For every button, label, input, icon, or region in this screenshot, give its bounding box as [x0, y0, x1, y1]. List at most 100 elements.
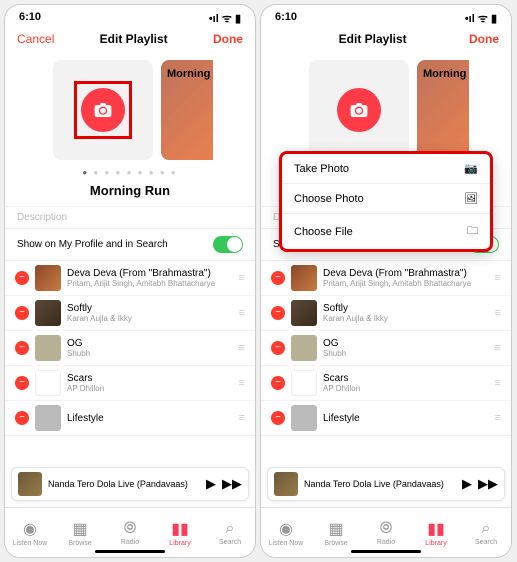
page-dots[interactable]: ● ● ● ● ● ● ● ● ● — [5, 164, 255, 181]
profile-toggle-switch[interactable] — [213, 236, 243, 253]
song-title: Softly — [323, 303, 489, 314]
status-bar: 6:10 •ıl ᯤ ▮ — [261, 5, 511, 28]
reorder-handle[interactable]: ≡ — [495, 342, 501, 354]
song-artist: Karan Aujla & Ikky — [67, 314, 233, 323]
menu-take-photo[interactable]: Take Photo📷 — [282, 154, 490, 184]
song-title: OG — [323, 338, 489, 349]
album-art — [35, 265, 61, 291]
reorder-handle[interactable]: ≡ — [495, 272, 501, 284]
radio-icon: ⦾ — [380, 520, 393, 538]
album-art — [291, 405, 317, 431]
album-art — [35, 405, 61, 431]
cover-gallery[interactable]: Morning — [5, 54, 255, 164]
cover-placeholder[interactable] — [309, 60, 409, 160]
phone-left: 6:10 •ıl ᯤ ▮ Cancel Edit Playlist Done M… — [4, 4, 256, 558]
tab-search[interactable]: ⌕Search — [461, 508, 511, 557]
library-icon: ▮▮ — [427, 519, 445, 539]
status-indicators: •ıl ᯤ ▮ — [209, 11, 241, 26]
song-artist: Karan Aujla & Ikky — [323, 314, 489, 323]
song-row[interactable]: − SoftlyKaran Aujla & Ikky ≡ — [5, 296, 255, 331]
song-row[interactable]: − Lifestyle ≡ — [261, 401, 511, 436]
next-icon[interactable]: ▶▶ — [478, 476, 498, 492]
reorder-handle[interactable]: ≡ — [239, 272, 245, 284]
song-row[interactable]: − ScarsAP Dhillon ≡ — [5, 366, 255, 401]
tab-listen-now[interactable]: ◉Listen Now — [5, 508, 55, 557]
remove-button[interactable]: − — [271, 341, 285, 355]
remove-button[interactable]: − — [15, 376, 29, 390]
camera-button[interactable] — [81, 88, 125, 132]
description-field[interactable]: Description — [5, 206, 255, 229]
cover-preset[interactable]: Morning — [417, 60, 469, 160]
song-row[interactable]: −Deva Deva (From "Brahmastra")Pritam, Ar… — [5, 261, 255, 296]
album-art — [291, 265, 317, 291]
library-icon: ▮▮ — [171, 519, 189, 539]
song-artist: Shubh — [67, 349, 233, 358]
remove-button[interactable]: − — [271, 411, 285, 425]
now-playing-art — [274, 472, 298, 496]
search-icon: ⌕ — [226, 520, 235, 538]
camera-icon: 📷 — [464, 162, 478, 175]
status-bar: 6:10 •ıl ᯤ ▮ — [5, 5, 255, 28]
song-title: OG — [67, 338, 233, 349]
play-icon[interactable]: ▶ — [462, 476, 472, 492]
remove-button[interactable]: − — [271, 271, 285, 285]
song-artist: Pritam, Arijit Singh, Amitabh Bhattachar… — [323, 279, 489, 288]
album-art — [291, 300, 317, 326]
menu-choose-file[interactable]: Choose File🗀 — [282, 214, 490, 249]
profile-toggle-label: Show on My Profile and in Search — [17, 239, 168, 250]
photo-icon: 🖼 — [464, 192, 478, 205]
now-playing-title: Nanda Tero Dola Live (Pandavaas) — [304, 479, 456, 489]
now-playing-bar[interactable]: Nanda Tero Dola Live (Pandavaas) ▶ ▶▶ — [267, 467, 505, 501]
remove-button[interactable]: − — [15, 411, 29, 425]
home-indicator[interactable] — [351, 550, 421, 553]
play-circle-icon: ◉ — [23, 519, 37, 539]
cover-placeholder[interactable] — [53, 60, 153, 160]
remove-button[interactable]: − — [15, 306, 29, 320]
reorder-handle[interactable]: ≡ — [239, 377, 245, 389]
song-title: Softly — [67, 303, 233, 314]
phone-right: 6:10 •ıl ᯤ ▮ . Edit Playlist Done Mornin… — [260, 4, 512, 558]
reorder-handle[interactable]: ≡ — [495, 307, 501, 319]
album-art — [291, 370, 317, 396]
remove-button[interactable]: − — [15, 341, 29, 355]
song-row[interactable]: −Lifestyle≡ — [5, 401, 255, 436]
song-row[interactable]: − OGShubh ≡ — [5, 331, 255, 366]
reorder-handle[interactable]: ≡ — [495, 377, 501, 389]
song-row[interactable]: − SoftlyKaran Aujla & Ikky ≡ — [261, 296, 511, 331]
cover-preset[interactable]: Morning — [161, 60, 213, 160]
song-artist: AP Dhillon — [67, 384, 233, 393]
reorder-handle[interactable]: ≡ — [239, 307, 245, 319]
grid-icon: ▦ — [72, 519, 87, 539]
folder-icon: 🗀 — [467, 222, 478, 241]
tab-listen-now[interactable]: ◉Listen Now — [261, 508, 311, 557]
song-row[interactable]: −ScarsAP Dhillon≡ — [261, 366, 511, 401]
status-indicators: •ıl ᯤ ▮ — [465, 11, 497, 26]
album-art — [291, 335, 317, 361]
done-button[interactable]: Done — [469, 32, 499, 46]
remove-button[interactable]: − — [271, 376, 285, 390]
remove-button[interactable]: − — [15, 271, 29, 285]
song-title: Lifestyle — [323, 413, 489, 424]
song-row[interactable]: −OGShubh≡ — [261, 331, 511, 366]
home-indicator[interactable] — [95, 550, 165, 553]
tab-search[interactable]: ⌕Search — [205, 508, 255, 557]
camera-icon — [94, 103, 112, 117]
song-row[interactable]: −Deva Deva (From "Brahmastra")Pritam, Ar… — [261, 261, 511, 296]
camera-button[interactable] — [337, 88, 381, 132]
search-icon: ⌕ — [482, 520, 491, 538]
next-icon[interactable]: ▶▶ — [222, 476, 242, 492]
cover-gallery[interactable]: Morning — [261, 54, 511, 164]
now-playing-bar[interactable]: Nanda Tero Dola Live (Pandavaas) ▶ ▶▶ — [11, 467, 249, 501]
playlist-name[interactable]: Morning Run — [5, 181, 255, 206]
reorder-handle[interactable]: ≡ — [495, 412, 501, 424]
reorder-handle[interactable]: ≡ — [239, 342, 245, 354]
done-button[interactable]: Done — [213, 32, 243, 46]
menu-choose-photo[interactable]: Choose Photo🖼 — [282, 184, 490, 214]
play-icon[interactable]: ▶ — [206, 476, 216, 492]
reorder-handle[interactable]: ≡ — [239, 412, 245, 424]
cancel-button[interactable]: Cancel — [17, 32, 54, 46]
page-title: Edit Playlist — [100, 32, 168, 46]
song-title: Scars — [67, 373, 233, 384]
remove-button[interactable]: − — [271, 306, 285, 320]
now-playing-title: Nanda Tero Dola Live (Pandavaas) — [48, 479, 200, 489]
